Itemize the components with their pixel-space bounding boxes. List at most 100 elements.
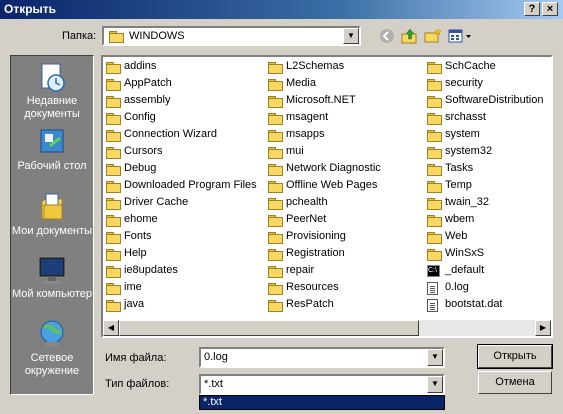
filetype-label: Тип файлов:	[105, 378, 170, 390]
folder-item[interactable]: Microsoft.NET	[268, 92, 356, 109]
file-name: srchasst	[445, 111, 486, 123]
cancel-button[interactable]: Отмена	[478, 371, 552, 394]
folder-item[interactable]: security	[427, 75, 483, 92]
folder-item[interactable]: AppPatch	[106, 75, 172, 92]
file-name: ehome	[124, 213, 158, 225]
folder-item[interactable]: ie8updates	[106, 262, 178, 279]
filetype-dropdown-button[interactable]: ▼	[427, 376, 443, 393]
folder-item[interactable]: Debug	[106, 160, 156, 177]
folder-item[interactable]: PeerNet	[268, 211, 326, 228]
up-folder-icon[interactable]	[401, 28, 419, 44]
folder-item[interactable]: Media	[268, 75, 316, 92]
file-name: Downloaded Program Files	[124, 179, 257, 191]
folder-item[interactable]: srchasst	[427, 109, 486, 126]
folder-item[interactable]: Driver Cache	[106, 194, 188, 211]
close-button[interactable]: ×	[542, 2, 558, 16]
folder-item[interactable]: mui	[268, 143, 304, 160]
desktop-icon	[36, 126, 68, 158]
folder-icon	[268, 297, 284, 312]
file-name: Temp	[445, 179, 472, 191]
folder-item[interactable]: Registration	[268, 245, 345, 262]
folder-item[interactable]: java	[106, 296, 144, 313]
file-list[interactable]: addins AppPatch assembly Config Connection W…	[101, 55, 553, 338]
folder-item[interactable]: Cursors	[106, 143, 163, 160]
folder-item[interactable]: ResPatch	[268, 296, 334, 313]
folder-combo[interactable]: WINDOWS ▼	[102, 26, 361, 46]
place-desktop[interactable]: Рабочий стол	[11, 126, 93, 173]
folder-item[interactable]: SoftwareDistribution	[427, 92, 543, 109]
new-folder-icon[interactable]	[424, 28, 442, 44]
file-name: WinSxS	[445, 247, 485, 259]
place-recent-documents[interactable]: Недавние документы	[11, 61, 93, 121]
folder-icon	[268, 246, 284, 261]
folder-item[interactable]: ime	[106, 279, 142, 296]
folder-item[interactable]: SchCache	[427, 58, 496, 75]
title-bar[interactable]: Открыть ? ×	[0, 0, 563, 19]
folder-item[interactable]: Config	[106, 109, 156, 126]
recent-documents-icon	[36, 61, 68, 93]
scroll-right-button[interactable]: ▶	[535, 320, 551, 336]
folder-item[interactable]: system32	[427, 143, 492, 160]
window-title: Открыть	[4, 2, 57, 16]
filetype-combo[interactable]: *.txt ▼	[199, 374, 445, 395]
filetype-dropdown-list[interactable]: *.txt	[199, 395, 445, 410]
folder-item[interactable]: Downloaded Program Files	[106, 177, 257, 194]
file-name: SchCache	[445, 60, 496, 72]
folder-item[interactable]: L2Schemas	[268, 58, 344, 75]
folder-item[interactable]: Connection Wizard	[106, 126, 217, 143]
folder-item[interactable]: msapps	[268, 126, 325, 143]
open-button[interactable]: Открыть	[477, 344, 553, 369]
folder-item[interactable]: twain_32	[427, 194, 489, 211]
folder-item[interactable]: msagent	[268, 109, 328, 126]
file-name: wbem	[445, 213, 475, 225]
place-my-computer[interactable]: Мой компьютер	[11, 254, 93, 301]
folder-dropdown-button[interactable]: ▼	[343, 28, 359, 44]
folder-item[interactable]: assembly	[106, 92, 170, 109]
folder-icon	[106, 280, 122, 295]
folder-item[interactable]: Provisioning	[268, 228, 346, 245]
folder-icon	[427, 59, 443, 74]
folder-item[interactable]: WinSxS	[427, 245, 484, 262]
folder-icon	[268, 144, 284, 159]
folder-item[interactable]: Fonts	[106, 228, 152, 245]
folder-item[interactable]: pchealth	[268, 194, 328, 211]
place-my-documents[interactable]: Мои документы	[11, 191, 93, 238]
folder-item[interactable]: addins	[106, 58, 156, 75]
scroll-left-button[interactable]: ◀	[103, 320, 119, 336]
folder-item[interactable]: Resources	[268, 279, 339, 296]
filename-combo[interactable]: 0.log ▼	[199, 347, 445, 368]
folder-item[interactable]: Web	[427, 228, 467, 245]
file-name: ie8updates	[124, 264, 178, 276]
folder-item[interactable]: Help	[106, 245, 147, 262]
folder-label: Папка:	[62, 30, 97, 42]
folder-icon	[106, 93, 122, 108]
folder-icon	[106, 76, 122, 91]
file-name: bootstat.dat	[445, 298, 503, 310]
file-item[interactable]: bootstat.dat	[427, 296, 503, 313]
horizontal-scrollbar[interactable]: ◀ ▶	[103, 320, 551, 336]
folder-icon	[427, 229, 443, 244]
file-name: system32	[445, 145, 493, 157]
folder-item[interactable]: Offline Web Pages	[268, 177, 377, 194]
folder-icon	[427, 144, 443, 159]
views-menu-icon[interactable]	[448, 28, 474, 44]
place-label: Мой компьютер	[11, 288, 93, 300]
file-item[interactable]: 0.log	[427, 279, 469, 296]
filename-dropdown-button[interactable]: ▼	[427, 349, 443, 366]
folder-item[interactable]: Temp	[427, 177, 472, 194]
place-network-places[interactable]: Сетевое окружение	[11, 318, 93, 378]
folder-item[interactable]: wbem	[427, 211, 474, 228]
filetype-option[interactable]: *.txt	[200, 396, 444, 409]
current-folder: WINDOWS	[129, 30, 185, 42]
file-item[interactable]: C:\ _default	[427, 262, 484, 279]
folder-icon	[268, 59, 284, 74]
scroll-thumb[interactable]	[119, 320, 419, 336]
folder-item[interactable]: Network Diagnostic	[268, 160, 381, 177]
file-name: _default	[445, 264, 485, 276]
folder-item[interactable]: ehome	[106, 211, 158, 228]
help-button[interactable]: ?	[524, 2, 540, 16]
folder-item[interactable]: Tasks	[427, 160, 473, 177]
folder-item[interactable]: system	[427, 126, 480, 143]
folder-item[interactable]: repair	[268, 262, 314, 279]
back-icon[interactable]	[378, 28, 396, 44]
